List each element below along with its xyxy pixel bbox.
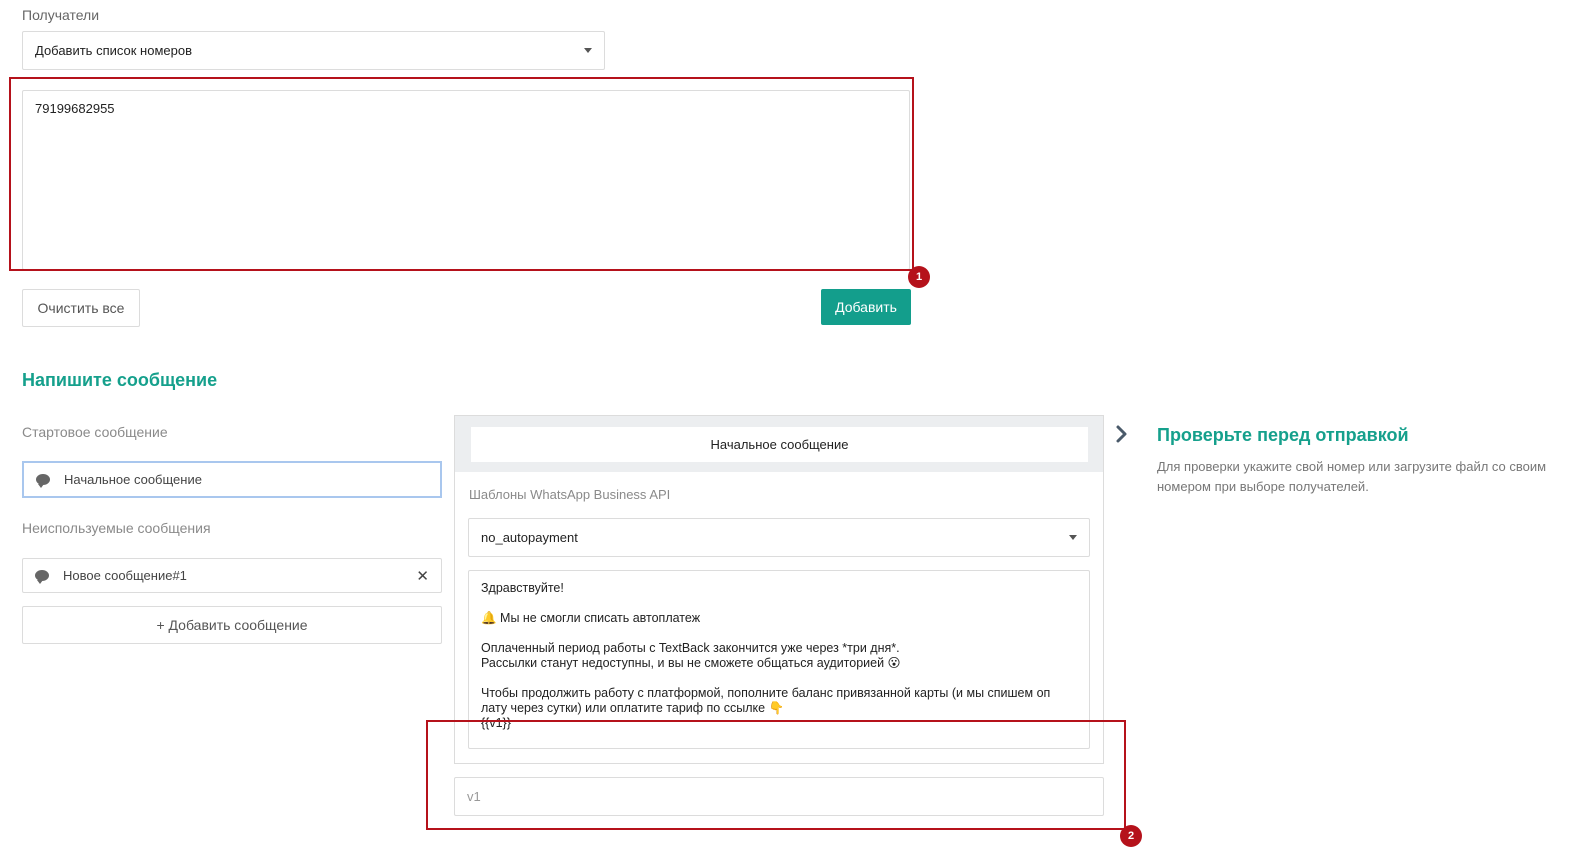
start-message-item-label: Начальное сообщение (64, 472, 202, 487)
preview-description: Для проверки укажите свой номер или загр… (1157, 459, 1547, 494)
add-message-button[interactable]: + Добавить сообщение (22, 606, 442, 644)
unused-message-item-label: Новое сообщение#1 (63, 568, 187, 583)
preview-title: Проверьте перед отправкой (1157, 425, 1409, 445)
unused-message-item[interactable]: Новое сообщение#1 ✕ (22, 558, 442, 593)
annotation-box-2 (426, 720, 1126, 830)
template-line-period: Оплаченный период работы с TextBack зако… (481, 641, 901, 670)
start-message-label: Стартовое сообщение (22, 424, 168, 440)
template-select[interactable]: no_autopayment (468, 518, 1090, 557)
chat-bubble-icon (36, 474, 50, 488)
compose-title: Напишите сообщение (22, 370, 218, 390)
annotation-badge-2: 2 (1120, 825, 1142, 847)
template-line-warning: 🔔 Мы не смогли списать автоплатеж (481, 611, 701, 625)
recipients-type-value: Добавить список номеров (35, 43, 192, 58)
template-select-value: no_autopayment (481, 530, 578, 545)
add-numbers-button[interactable]: Добавить (821, 289, 911, 325)
chat-bubble-icon (35, 570, 49, 584)
chevron-down-icon (1069, 535, 1077, 540)
templates-label: Шаблоны WhatsApp Business API (469, 487, 671, 502)
chevron-down-icon (584, 48, 592, 53)
recipients-type-select[interactable]: Добавить список номеров (22, 31, 605, 70)
editor-tab-start-message[interactable]: Начальное сообщение (471, 427, 1088, 462)
close-icon[interactable]: ✕ (416, 567, 429, 585)
annotation-badge-1: 1 (908, 266, 930, 288)
start-message-item[interactable]: Начальное сообщение (22, 461, 442, 498)
annotation-box-1 (9, 77, 914, 271)
unused-messages-label: Неиспользуемые сообщения (22, 520, 211, 536)
clear-all-button[interactable]: Очистить все (22, 289, 140, 327)
template-line-greeting: Здравствуйте! (481, 581, 564, 595)
recipients-label: Получатели (22, 7, 100, 23)
chevron-right-icon[interactable] (1114, 424, 1130, 449)
